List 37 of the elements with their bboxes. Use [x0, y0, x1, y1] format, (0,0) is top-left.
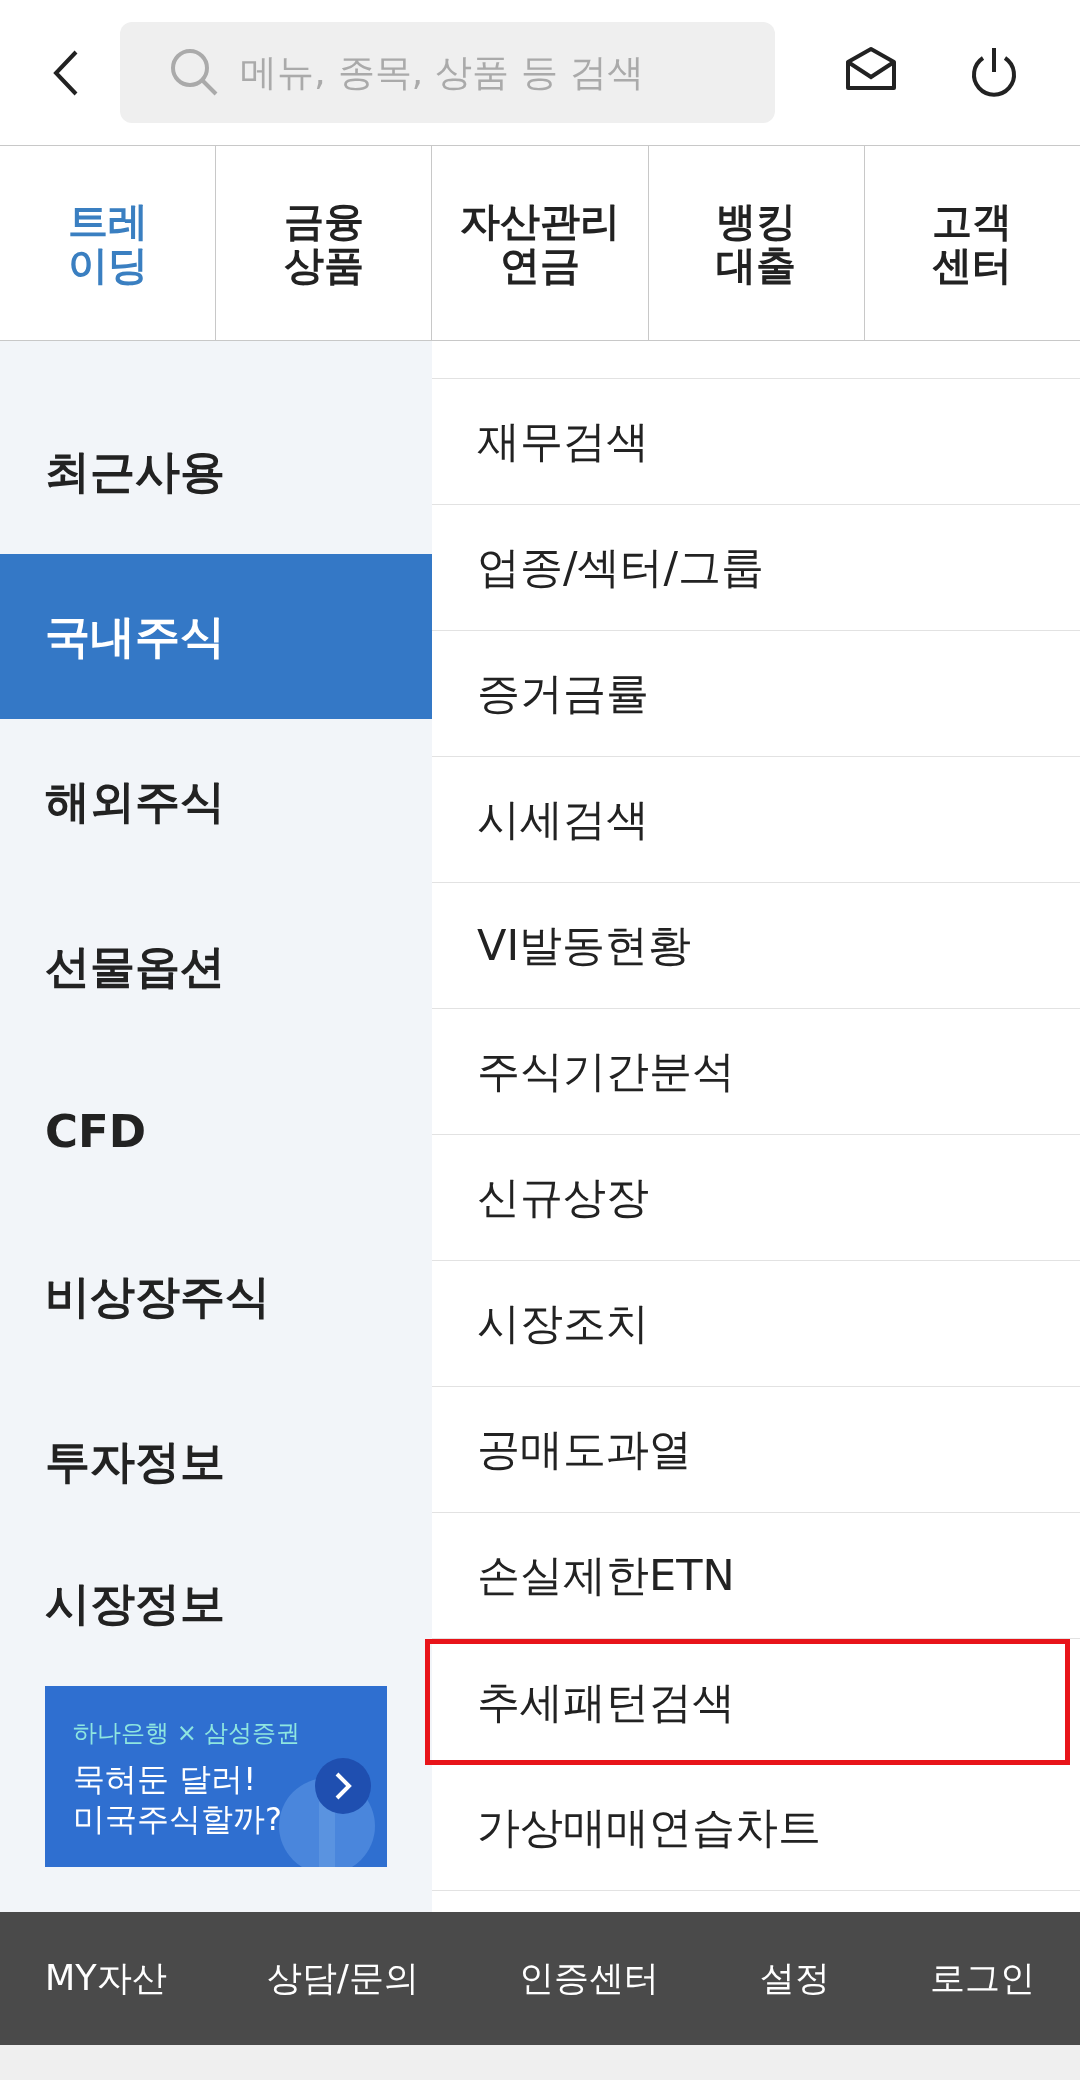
- chevron-right-icon: [315, 1758, 371, 1814]
- sidebar-item[interactable]: CFD: [0, 1049, 432, 1214]
- banner-tagline: 하나은행 × 삼성증권: [73, 1717, 302, 1749]
- category-tab[interactable]: 고객 센터: [863, 146, 1080, 340]
- mail-icon[interactable]: [844, 45, 898, 92]
- menu-item[interactable]: VI발동현황: [432, 883, 1080, 1009]
- sidebar-item[interactable]: 최근사용: [0, 389, 432, 554]
- menu-item[interactable]: 재무검색: [432, 379, 1080, 505]
- menu-item[interactable]: 시장조치: [432, 1261, 1080, 1387]
- menu-item[interactable]: 신규상장: [432, 1135, 1080, 1261]
- category-tab[interactable]: 금융 상품: [215, 146, 432, 340]
- footer-link[interactable]: 상담/문의: [267, 1952, 419, 2005]
- footer-link[interactable]: 인증센터: [519, 1952, 660, 2005]
- menu-item[interactable]: 증거금률: [432, 631, 1080, 757]
- category-tab[interactable]: 트레 이딩: [0, 146, 216, 340]
- sidebar-item[interactable]: 선물옵션: [0, 884, 432, 1049]
- menu-item[interactable]: 주식기간분석: [432, 1009, 1080, 1135]
- banner-headline: 미국주식할까?: [73, 1798, 282, 1839]
- menu-item[interactable]: 가상매매연습차트: [432, 1765, 1080, 1891]
- footer-link[interactable]: MY자산: [45, 1952, 167, 2005]
- search-field[interactable]: 메뉴, 종목, 상품 등 검색: [120, 22, 775, 123]
- sidebar-item[interactable]: 해외주식: [0, 719, 432, 884]
- category-tab[interactable]: 자산관리 연금: [431, 146, 648, 340]
- sidebar-item[interactable]: 비상장주식: [0, 1214, 432, 1379]
- promo-banner[interactable]: 하나은행 × 삼성증권 묵혀둔 달러! 미국주식할까?: [45, 1686, 387, 1867]
- banner-headline: 묵혀둔 달러!: [73, 1758, 256, 1799]
- menu-item[interactable]: 업종/섹터/그룹: [432, 505, 1080, 631]
- sidebar-item[interactable]: 투자정보: [0, 1379, 432, 1544]
- category-tab[interactable]: 뱅킹 대출: [647, 146, 864, 340]
- search-icon: [168, 46, 220, 98]
- footer-link[interactable]: 로그인: [930, 1952, 1035, 2005]
- menu-item[interactable]: 손실제한ETN: [432, 1513, 1080, 1639]
- menu-item[interactable]: 시세검색: [432, 757, 1080, 883]
- menu-item[interactable]: 추세패턴검색: [425, 1639, 1070, 1765]
- footer-link[interactable]: 설정: [759, 1952, 830, 2005]
- menu-item[interactable]: 공매도과열: [432, 1387, 1080, 1513]
- sidebar-item[interactable]: 국내주식: [0, 554, 432, 719]
